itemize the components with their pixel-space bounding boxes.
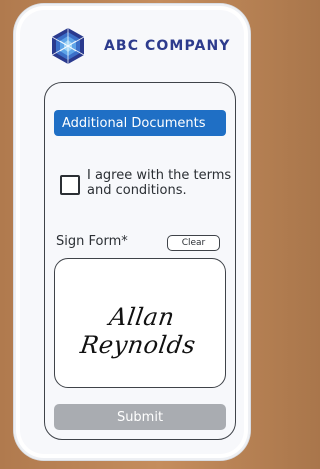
terms-label: I agree with the terms and conditions.: [87, 168, 232, 198]
terms-checkbox[interactable]: [60, 175, 80, 195]
clear-button[interactable]: Clear: [167, 235, 220, 251]
submit-button[interactable]: Submit: [54, 404, 226, 430]
signature: Allan Reynolds: [78, 303, 198, 359]
signature-pad[interactable]: Allan Reynolds: [54, 258, 226, 388]
company-name: ABC COMPANY: [104, 38, 231, 54]
sign-form-label: Sign Form*: [56, 234, 128, 249]
additional-documents-button[interactable]: Additional Documents: [54, 110, 226, 136]
app-header: ABC COMPANY: [48, 26, 231, 66]
hexagon-network-logo-icon: [51, 28, 85, 64]
